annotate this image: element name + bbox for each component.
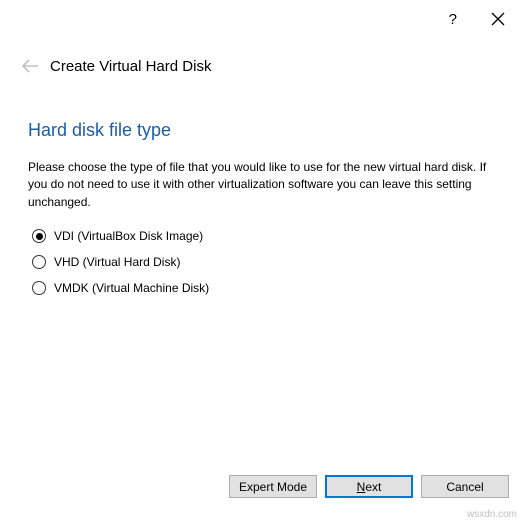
back-arrow-icon bbox=[20, 56, 40, 76]
help-icon[interactable]: ? bbox=[449, 12, 457, 27]
option-vhd[interactable]: VHD (Virtual Hard Disk) bbox=[32, 255, 495, 269]
radio-icon bbox=[32, 281, 46, 295]
file-type-options: VDI (VirtualBox Disk Image) VHD (Virtual… bbox=[28, 229, 495, 295]
option-label: VMDK (Virtual Machine Disk) bbox=[54, 281, 209, 295]
cancel-button[interactable]: Cancel bbox=[421, 475, 509, 498]
option-vmdk[interactable]: VMDK (Virtual Machine Disk) bbox=[32, 281, 495, 295]
expert-mode-button[interactable]: Expert Mode bbox=[229, 475, 317, 498]
radio-icon bbox=[32, 255, 46, 269]
option-label: VDI (VirtualBox Disk Image) bbox=[54, 229, 203, 243]
next-button[interactable]: Next bbox=[325, 475, 413, 498]
option-vdi[interactable]: VDI (VirtualBox Disk Image) bbox=[32, 229, 495, 243]
radio-icon bbox=[32, 229, 46, 243]
close-icon[interactable] bbox=[491, 12, 505, 26]
page-description: Please choose the type of file that you … bbox=[28, 159, 495, 211]
option-label: VHD (Virtual Hard Disk) bbox=[54, 255, 180, 269]
watermark: wsxdn.com bbox=[467, 509, 517, 520]
wizard-title: Create Virtual Hard Disk bbox=[50, 58, 211, 75]
page-heading: Hard disk file type bbox=[28, 120, 495, 141]
